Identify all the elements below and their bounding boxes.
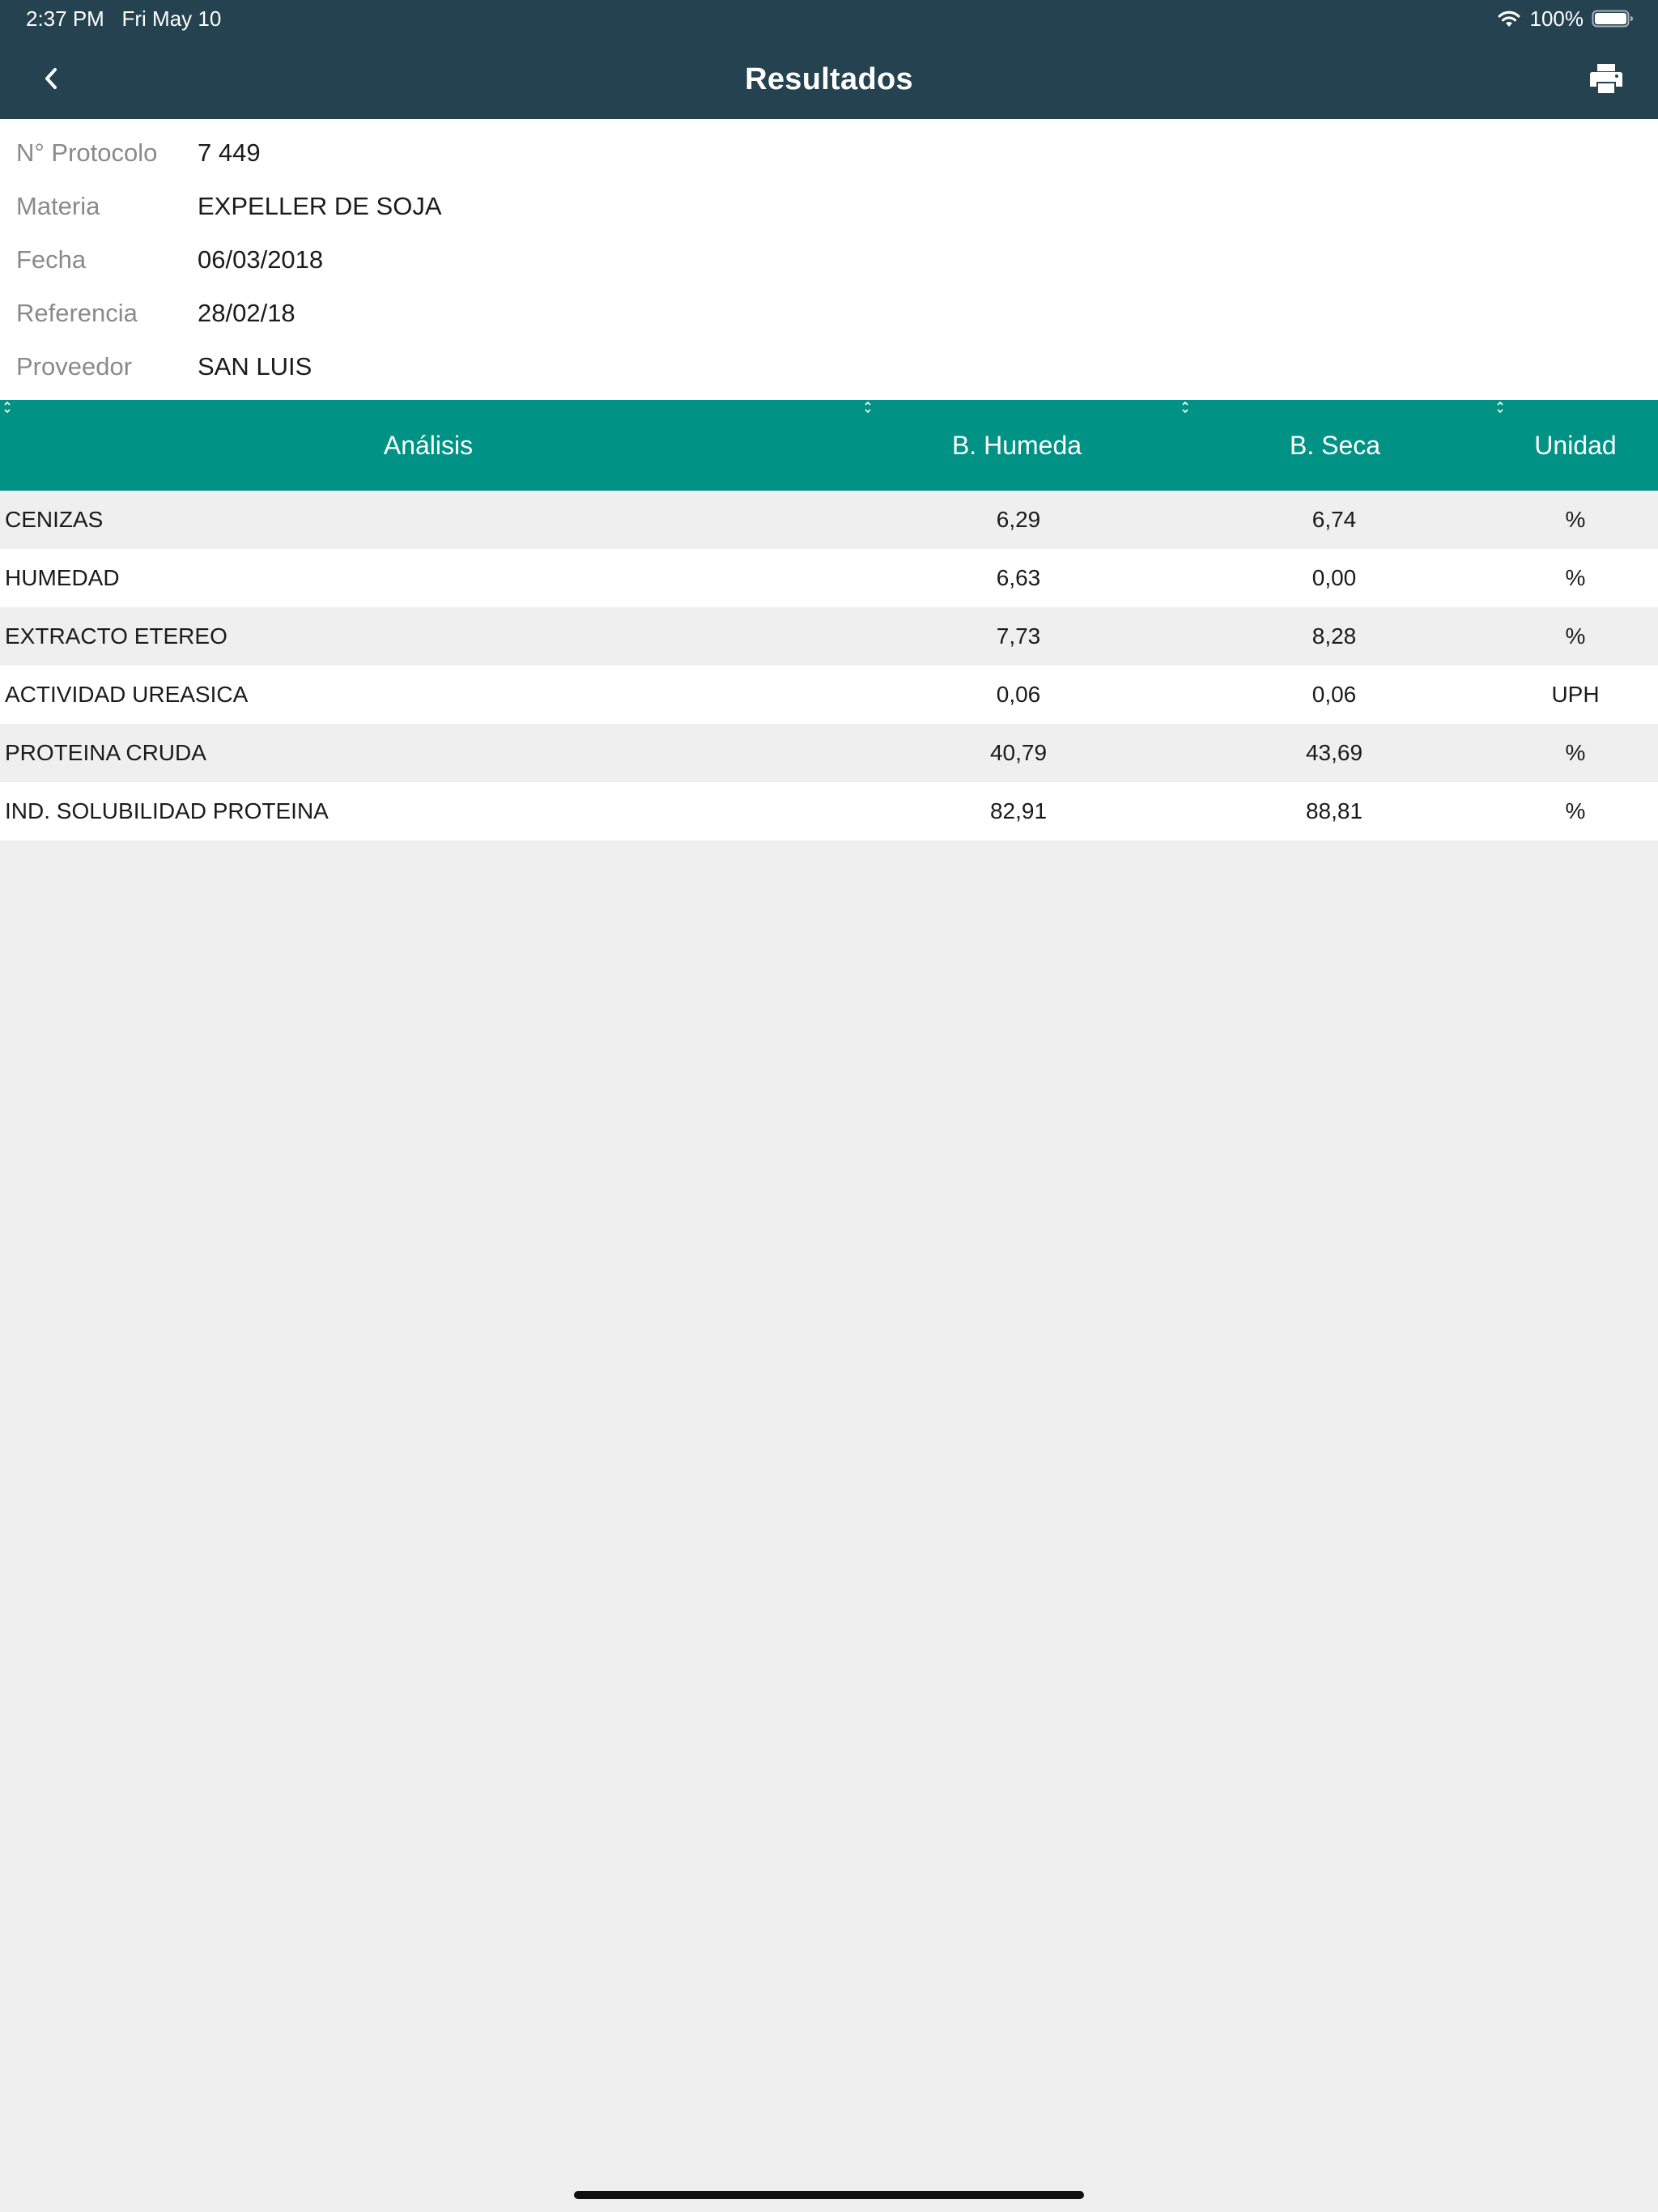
cell-analisis: HUMEDAD bbox=[5, 565, 120, 590]
cell-b-humeda: 82,91 bbox=[989, 798, 1048, 823]
info-value: 06/03/2018 bbox=[198, 245, 324, 274]
cell-analisis: PROTEINA CRUDA bbox=[5, 740, 206, 765]
cell-unidad: % bbox=[1565, 565, 1586, 590]
column-header-b-humeda[interactable]: B. Humeda bbox=[857, 400, 1177, 491]
info-value: EXPELLER DE SOJA bbox=[198, 192, 442, 220]
cell-unidad: % bbox=[1565, 507, 1586, 532]
cell-b-seca: 0,06 bbox=[1312, 682, 1357, 707]
cell-b-humeda: 40,79 bbox=[989, 740, 1048, 765]
status-bar-datetime: 2:37 PM Fri May 10 bbox=[26, 6, 221, 31]
wifi-icon bbox=[1496, 9, 1522, 28]
info-value: SAN LUIS bbox=[198, 352, 312, 381]
cell-b-humeda: 6,29 bbox=[996, 507, 1041, 532]
cell-unidad: % bbox=[1565, 623, 1586, 649]
battery-icon bbox=[1592, 9, 1634, 28]
info-label: Fecha bbox=[16, 245, 87, 274]
info-label: N° Protocolo bbox=[16, 138, 158, 167]
column-header-b-seca[interactable]: B. Seca bbox=[1177, 400, 1493, 491]
info-label: Materia bbox=[16, 192, 100, 220]
sort-icon[interactable] bbox=[1180, 398, 1190, 416]
info-label: Proveedor bbox=[16, 352, 133, 381]
sort-icon[interactable] bbox=[863, 398, 873, 416]
cell-b-seca: 0,00 bbox=[1312, 565, 1357, 590]
cell-b-seca: 6,74 bbox=[1312, 507, 1357, 532]
table-row[interactable]: HUMEDAD 6,63 0,00 % bbox=[0, 549, 1658, 607]
info-value: 28/02/18 bbox=[198, 299, 295, 327]
cell-analisis: CENIZAS bbox=[5, 507, 104, 532]
table-row[interactable]: IND. SOLUBILIDAD PROTEINA 82,91 88,81 % bbox=[0, 782, 1658, 840]
page-title: Resultados bbox=[745, 62, 913, 96]
info-label: Referencia bbox=[16, 299, 138, 327]
results-table-body: CENIZAS 6,29 6,74 % HUMEDAD 6,63 0,00 % … bbox=[0, 491, 1658, 840]
info-row-fecha: Fecha 06/03/2018 bbox=[0, 233, 1658, 287]
cell-unidad: UPH bbox=[1551, 682, 1600, 707]
battery-percent: 100% bbox=[1529, 6, 1584, 31]
sort-icon[interactable] bbox=[2, 398, 12, 416]
cell-analisis: EXTRACTO ETEREO bbox=[5, 623, 227, 649]
column-header-analisis[interactable]: Análisis bbox=[0, 400, 857, 491]
table-row[interactable]: CENIZAS 6,29 6,74 % bbox=[0, 491, 1658, 549]
info-row-referencia: Referencia 28/02/18 bbox=[0, 287, 1658, 340]
protocol-info: N° Protocolo 7 449 Materia EXPELLER DE S… bbox=[0, 119, 1658, 400]
cell-b-humeda: 0,06 bbox=[996, 682, 1041, 707]
table-row[interactable]: ACTIVIDAD UREASICA 0,06 0,06 UPH bbox=[0, 666, 1658, 724]
status-bar-indicators: 100% bbox=[1496, 6, 1635, 31]
cell-b-seca: 43,69 bbox=[1305, 740, 1363, 765]
info-row-protocolo: N° Protocolo 7 449 bbox=[0, 126, 1658, 180]
cell-b-seca: 88,81 bbox=[1305, 798, 1363, 823]
cell-b-humeda: 6,63 bbox=[996, 565, 1041, 590]
cell-analisis: ACTIVIDAD UREASICA bbox=[5, 682, 249, 707]
status-date: Fri May 10 bbox=[121, 6, 222, 31]
results-table-header: Análisis B. Humeda B. Seca Unidad bbox=[0, 400, 1658, 491]
info-value: 7 449 bbox=[198, 138, 261, 167]
info-row-proveedor: Proveedor SAN LUIS bbox=[0, 340, 1658, 393]
printer-icon bbox=[1589, 62, 1623, 99]
status-time: 2:37 PM bbox=[26, 6, 104, 31]
cell-analisis: IND. SOLUBILIDAD PROTEINA bbox=[5, 798, 329, 823]
cell-b-humeda: 7,73 bbox=[996, 623, 1041, 649]
table-row[interactable]: EXTRACTO ETEREO 7,73 8,28 % bbox=[0, 607, 1658, 666]
sort-icon[interactable] bbox=[1495, 398, 1505, 416]
print-button[interactable] bbox=[1579, 53, 1634, 107]
table-row[interactable]: PROTEINA CRUDA 40,79 43,69 % bbox=[0, 724, 1658, 782]
home-indicator[interactable] bbox=[574, 2191, 1084, 2199]
cell-b-seca: 8,28 bbox=[1312, 623, 1357, 649]
cell-unidad: % bbox=[1565, 798, 1586, 823]
column-header-unidad[interactable]: Unidad bbox=[1493, 400, 1658, 491]
info-row-materia: Materia EXPELLER DE SOJA bbox=[0, 180, 1658, 233]
cell-unidad: % bbox=[1565, 740, 1586, 765]
top-bar: 2:37 PM Fri May 10 100% Resultados bbox=[0, 0, 1658, 119]
